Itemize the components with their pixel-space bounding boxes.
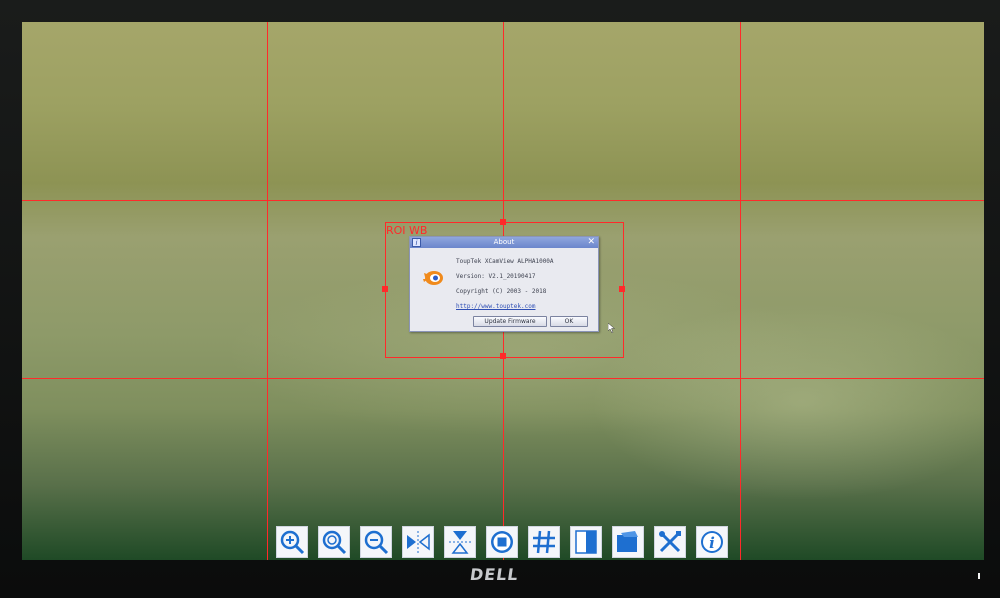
zoom-fit-button[interactable] xyxy=(318,526,350,558)
flip-vertical-icon xyxy=(449,531,471,554)
open-folder-button[interactable] xyxy=(612,526,644,558)
grid-icon xyxy=(533,530,555,554)
grid-line-vertical-1 xyxy=(267,22,268,560)
grid-line-horizontal-2 xyxy=(22,378,984,379)
info-icon: i xyxy=(701,531,723,553)
zoom-in-button[interactable] xyxy=(276,526,308,558)
grid-overlay-button[interactable] xyxy=(528,526,560,558)
about-dialog: i About ✕ ToupTek XCamView ALPHA1000A Ve… xyxy=(409,236,599,332)
roi-handle-right[interactable] xyxy=(619,286,625,292)
compare-split-icon xyxy=(575,530,597,554)
zoom-out-button[interactable] xyxy=(360,526,392,558)
about-dialog-titlebar[interactable]: i About ✕ xyxy=(410,237,598,248)
zoom-in-icon xyxy=(280,530,305,555)
close-icon[interactable]: ✕ xyxy=(587,237,595,248)
flip-horizontal-button[interactable] xyxy=(402,526,434,558)
app-logo-icon xyxy=(423,271,443,285)
about-info-button[interactable]: i xyxy=(696,526,728,558)
monitor-brand-logo: DELL xyxy=(468,565,520,584)
mouse-cursor-icon xyxy=(608,323,616,333)
roi-handle-top[interactable] xyxy=(500,219,506,225)
compare-split-button[interactable] xyxy=(570,526,602,558)
about-dialog-title: About xyxy=(493,238,515,246)
zoom-fit-icon xyxy=(322,530,347,555)
folder-icon xyxy=(617,531,638,552)
tools-icon xyxy=(659,531,681,553)
stop-record-icon xyxy=(491,531,513,553)
tools-button[interactable] xyxy=(654,526,686,558)
flip-horizontal-icon xyxy=(407,531,430,553)
website-link[interactable]: http://www.touptek.com xyxy=(456,303,535,310)
stop-record-button[interactable] xyxy=(486,526,518,558)
grid-line-horizontal-1 xyxy=(22,200,984,201)
roi-handle-bottom[interactable] xyxy=(500,353,506,359)
grid-line-vertical-3 xyxy=(740,22,741,560)
update-firmware-button[interactable]: Update Firmware xyxy=(473,316,547,327)
product-name: ToupTek XCamView ALPHA1000A xyxy=(456,258,554,265)
ok-button[interactable]: OK xyxy=(550,316,588,327)
flip-vertical-button[interactable] xyxy=(444,526,476,558)
copyright-text: Copyright (C) 2003 - 2018 xyxy=(456,288,547,295)
power-led xyxy=(978,573,980,579)
roi-handle-left[interactable] xyxy=(382,286,388,292)
zoom-out-icon xyxy=(364,530,389,555)
version-text: Version: V2.1_20190417 xyxy=(456,273,536,280)
svg-text:i: i xyxy=(709,534,715,552)
camera-live-view[interactable]: ROI WB i About ✕ ToupTek XCamView ALPHA1… xyxy=(22,22,984,560)
